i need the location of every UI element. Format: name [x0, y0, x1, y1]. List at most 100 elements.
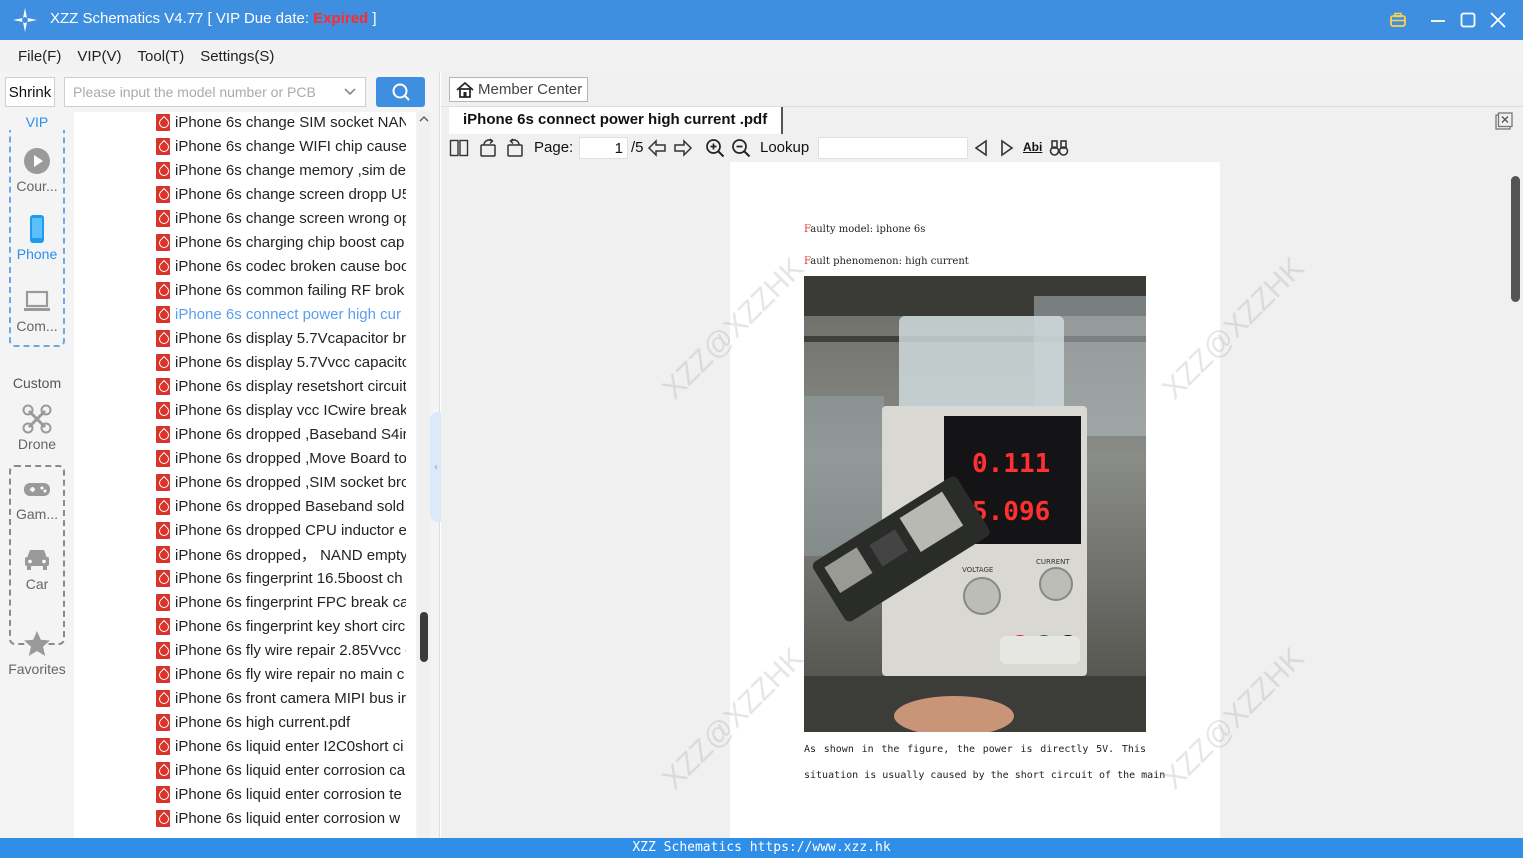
shrink-button[interactable]: Shrink [5, 77, 55, 107]
pdf-file-icon [156, 281, 170, 299]
rail-item-phone[interactable]: Phone [0, 214, 74, 262]
match-case-button[interactable]: Abi [1023, 140, 1047, 160]
rail-item-car[interactable]: Car [0, 544, 74, 592]
file-list-item[interactable]: iPhone 6s change screen wrong op [156, 206, 406, 230]
file-name: iPhone 6s display 5.7Vvcc capacito [175, 353, 406, 371]
drone-icon [22, 404, 52, 434]
file-list-item[interactable]: iPhone 6s fingerprint FPC break ca [156, 590, 406, 614]
file-list-item[interactable]: iPhone 6s dropped CPU inductor e [156, 518, 406, 542]
file-name: iPhone 6s codec broken cause boo [175, 257, 406, 275]
file-name: iPhone 6s change SIM socket NAN [175, 113, 406, 131]
lookup-input[interactable] [818, 137, 968, 159]
rotate-right-icon[interactable] [505, 138, 525, 158]
file-list-item[interactable]: iPhone 6s change SIM socket NAN [156, 112, 406, 134]
power-supply-photo: 0.111 5.096 VOLTAGE CURRENT [804, 276, 1146, 732]
rail-item-game[interactable]: Gam... [0, 474, 74, 522]
file-list-item[interactable]: iPhone 6s liquid enter corrosion w [156, 806, 406, 830]
rail-item-label: Favorites [8, 661, 66, 677]
file-name: iPhone 6s change memory ,sim de [175, 161, 406, 179]
close-button[interactable] [1486, 8, 1510, 32]
briefcase-icon[interactable] [1386, 8, 1410, 32]
file-list-item[interactable]: iPhone 6s change screen dropp U5 [156, 182, 406, 206]
file-list-scrollbar[interactable] [417, 112, 431, 838]
page-number-input[interactable]: 1 [579, 137, 628, 159]
zoom-out-icon[interactable] [731, 138, 751, 158]
file-list-item[interactable]: iPhone 6s high current.pdf [156, 710, 406, 734]
file-name: iPhone 6s fingerprint 16.5boost ch [175, 569, 403, 587]
menu-vip[interactable]: VIP(V) [77, 48, 121, 65]
file-name: iPhone 6s fly wire repair 2.85Vvcc c [175, 641, 406, 659]
file-list-item[interactable]: iPhone 6s change memory ,sim de [156, 158, 406, 182]
minimize-button[interactable] [1426, 8, 1450, 32]
pdf-file-icon [156, 401, 170, 419]
chevron-down-icon[interactable] [343, 83, 357, 101]
menu-tool[interactable]: Tool(T) [138, 48, 185, 65]
rail-item-drone[interactable]: Drone [0, 404, 74, 452]
file-list-item[interactable]: iPhone 6s display 5.7Vcapacitor br [156, 326, 406, 350]
file-list-item[interactable]: iPhone 6s display resetshort circuit [156, 374, 406, 398]
file-list-item[interactable]: iPhone 6s dropped ,SIM socket bro [156, 470, 406, 494]
viewer-toolbar: Page: 1 /5 Lookup Abi [441, 134, 1523, 162]
menu-file[interactable]: File(F) [18, 48, 61, 65]
scroll-up-icon[interactable] [419, 114, 429, 124]
two-page-view-icon[interactable] [449, 138, 469, 158]
scroll-thumb[interactable] [420, 612, 428, 662]
file-list-item[interactable]: iPhone 6s fingerprint key short circ [156, 614, 406, 638]
rail-item-courses[interactable]: Cour... [0, 146, 74, 194]
zoom-in-icon[interactable] [705, 138, 725, 158]
model-search-input[interactable]: Please input the model number or PCB [64, 77, 366, 107]
viewer-scroll-thumb[interactable] [1511, 176, 1520, 302]
search-icon [392, 83, 410, 101]
document-tab[interactable]: iPhone 6s connect power high current .pd… [449, 107, 784, 135]
pdf-file-icon [156, 617, 170, 635]
file-list-item[interactable]: iPhone 6s fly wire repair 2.85Vvcc c [156, 638, 406, 662]
file-name: iPhone 6s fingerprint key short circ [175, 617, 406, 635]
doc-fault-phenomenon: Fault phenomenon: high current [804, 256, 969, 267]
file-list-item[interactable]: iPhone 6s charging chip boost cap [156, 230, 406, 254]
file-list-item[interactable]: iPhone 6s codec broken cause boo [156, 254, 406, 278]
file-name: iPhone 6s liquid enter corrosion ca [175, 761, 406, 779]
file-list-item[interactable]: iPhone 6s dropped， NAND empty [156, 542, 406, 566]
title-suffix: ] [368, 10, 377, 27]
rotate-left-icon[interactable] [478, 138, 498, 158]
file-list-item[interactable]: iPhone 6s display vcc ICwire break [156, 398, 406, 422]
close-tabs-icon[interactable] [1495, 112, 1513, 130]
rail-item-computer[interactable]: Com... [0, 286, 74, 334]
maximize-button[interactable] [1456, 8, 1480, 32]
search-button[interactable] [376, 77, 425, 107]
file-list-item[interactable]: iPhone 6s fly wire repair no main c [156, 662, 406, 686]
left-panel: Shrink Please input the model number or … [0, 72, 442, 838]
find-next-icon[interactable] [997, 138, 1017, 158]
file-list-item[interactable]: iPhone 6s dropped Baseband sold [156, 494, 406, 518]
binoculars-icon[interactable] [1049, 138, 1069, 158]
file-name: iPhone 6s front camera MIPI bus ir [175, 689, 406, 707]
pdf-file-icon [156, 137, 170, 155]
file-list-item[interactable]: iPhone 6s change WIFI chip cause [156, 134, 406, 158]
rail-item-label: Cour... [16, 178, 58, 194]
rail-item-label: Phone [16, 246, 58, 262]
rail-item-favorites[interactable]: Favorites [0, 629, 74, 677]
file-list-item[interactable]: iPhone 6s liquid enter corrosion te [156, 782, 406, 806]
next-page-icon[interactable] [673, 138, 693, 158]
file-list-item[interactable]: iPhone 6s fingerprint 16.5boost ch [156, 566, 406, 590]
find-previous-icon[interactable] [971, 138, 991, 158]
pdf-viewer-area[interactable]: Faulty model: iphone 6s Fault phenomenon… [441, 162, 1508, 838]
file-list-item[interactable]: iPhone 6s liquid enter corrosion ca [156, 758, 406, 782]
category-rail: VIP Cour... Phone Com... Custom Drone Ga… [0, 112, 74, 838]
file-list-item[interactable]: iPhone 6s common failing RF brok [156, 278, 406, 302]
app-logo-icon [13, 8, 37, 32]
menu-settings[interactable]: Settings(S) [200, 48, 274, 65]
previous-page-icon[interactable] [647, 138, 667, 158]
title-prefix: XZZ Schematics V4.77 [ VIP Due date: [50, 10, 314, 27]
file-list-item[interactable]: iPhone 6s liquid enter I2C0short ci [156, 734, 406, 758]
title-bar: XZZ Schematics V4.77 [ VIP Due date: Exp… [0, 0, 1523, 40]
file-name: iPhone 6s change screen dropp U5 [175, 185, 406, 203]
file-list-item[interactable]: iPhone 6s connect power high cur [156, 302, 406, 326]
file-list-item[interactable]: iPhone 6s front camera MIPI bus ir [156, 686, 406, 710]
file-list-item[interactable]: iPhone 6s dropped ,Move Board to [156, 446, 406, 470]
file-list-item[interactable]: iPhone 6s dropped ,Baseband S4ir [156, 422, 406, 446]
file-list-item[interactable]: iPhone 6s display 5.7Vvcc capacito [156, 350, 406, 374]
doc-body-line-1: As shown in the figure, the power is dir… [804, 744, 1146, 755]
member-center-button[interactable]: Member Center [449, 77, 588, 102]
viewer-scrollbar[interactable] [1508, 162, 1523, 838]
